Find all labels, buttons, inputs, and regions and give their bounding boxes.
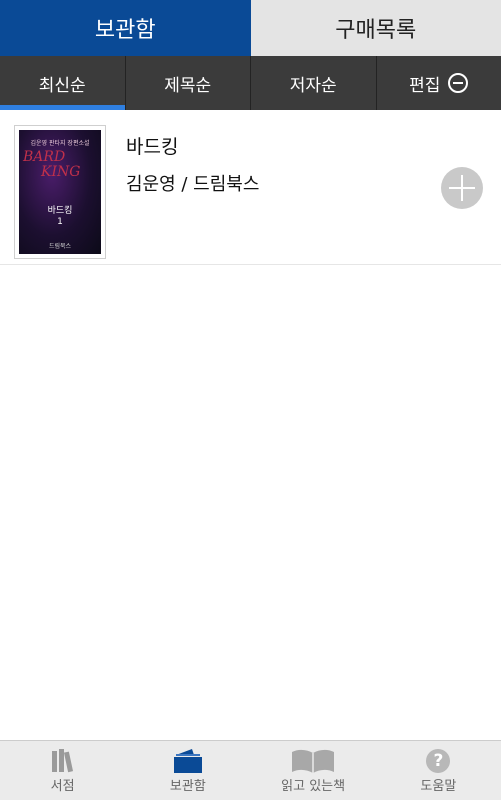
nav-storage[interactable]: 보관함 (125, 741, 250, 800)
cover-logo-line2: KING (41, 164, 81, 180)
nav-help[interactable]: ? 도움말 (376, 741, 501, 800)
nav-reading[interactable]: 읽고 있는책 (251, 741, 376, 800)
cover-title-text: 바드킹 (47, 206, 73, 216)
minus-circle-icon (448, 73, 469, 93)
list-item[interactable]: 김운영 판타지 장편소설 BARD KING 바드킹 1 드림북스 바드킹 김운… (0, 110, 501, 265)
sort-author[interactable]: 저자순 (250, 56, 376, 110)
tab-purchase-list[interactable]: 구매목록 (250, 0, 501, 56)
book-box-icon (172, 748, 204, 774)
book-cover[interactable]: 김운영 판타지 장편소설 BARD KING 바드킹 1 드림북스 (14, 125, 106, 259)
nav-storage-label: 보관함 (169, 779, 206, 794)
tab-storage[interactable]: 보관함 (0, 0, 251, 56)
book-list: 김운영 판타지 장편소설 BARD KING 바드킹 1 드림북스 바드킹 김운… (0, 110, 501, 265)
book-title: 바드킹 (126, 136, 179, 158)
bookshelf-icon (49, 748, 77, 774)
open-book-icon (290, 748, 336, 774)
cover-logo-line1: BARD (23, 149, 66, 165)
edit-label: 편집 (409, 75, 441, 96)
nav-bookstore[interactable]: 서점 (0, 741, 125, 800)
nav-help-label: 도움말 (420, 779, 457, 794)
nav-bookstore-label: 서점 (50, 779, 75, 794)
sort-title[interactable]: 제목순 (124, 56, 251, 110)
bottom-nav: 서점 보관함 읽고 있는책 ? 도움말 (0, 740, 501, 800)
cover-logo: BARD KING (23, 150, 80, 180)
nav-reading-label: 읽고 있는책 (281, 779, 346, 794)
sort-latest-label: 최신순 (38, 75, 86, 96)
sort-title-label: 제목순 (164, 75, 212, 96)
cover-title: 바드킹 1 (19, 206, 101, 228)
top-tabs: 보관함 구매목록 (0, 0, 501, 56)
sort-latest[interactable]: 최신순 (0, 56, 125, 110)
book-author-publisher: 김운영 / 드림북스 (126, 174, 260, 195)
cover-publisher: 드림북스 (48, 243, 72, 250)
cover-subtitle: 김운영 판타지 장편소설 (30, 140, 90, 147)
help-icon: ? (426, 748, 451, 774)
edit-button[interactable]: 편집 (375, 56, 501, 110)
sort-author-label: 저자순 (289, 75, 337, 96)
book-cover-art: 김운영 판타지 장편소설 BARD KING 바드킹 1 드림북스 (19, 130, 101, 254)
sort-bar: 최신순 제목순 저자순 편집 (0, 56, 501, 110)
plus-circle-icon[interactable] (441, 167, 483, 209)
cover-volume: 1 (57, 217, 63, 227)
